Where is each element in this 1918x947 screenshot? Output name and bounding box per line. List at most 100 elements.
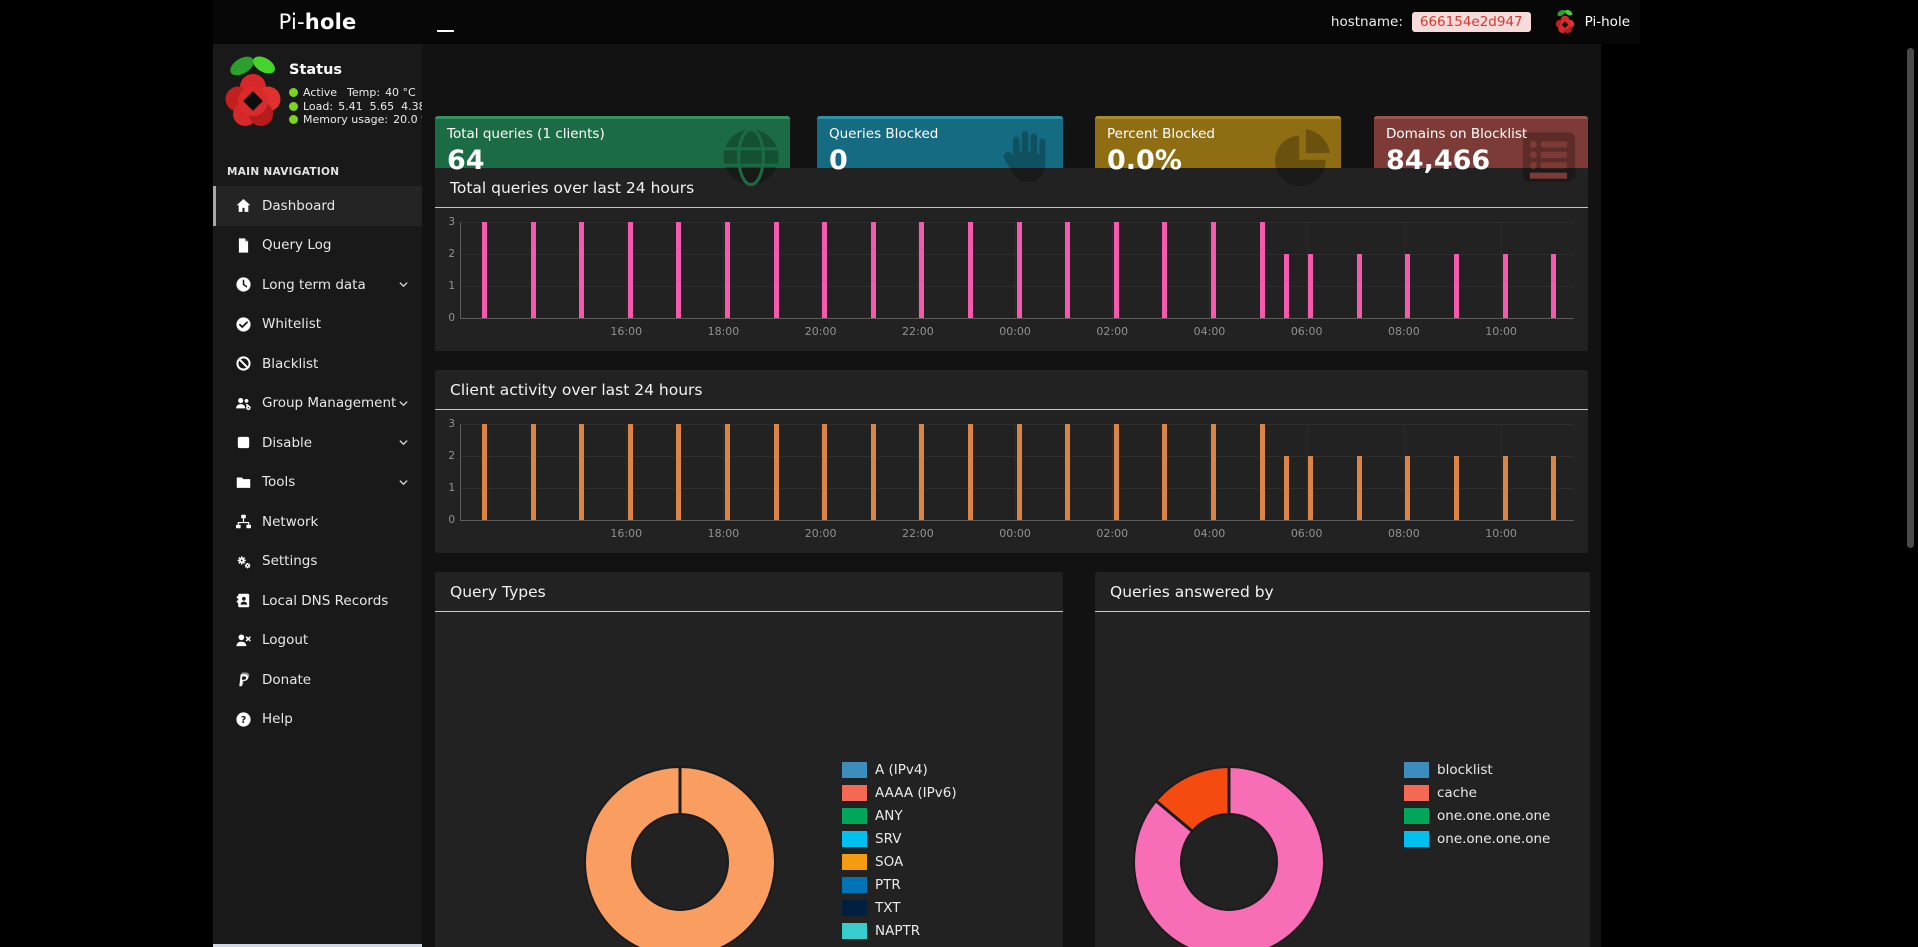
bar-0605 xyxy=(1308,456,1313,520)
y-axis-label: 2 xyxy=(437,450,455,462)
gears-icon xyxy=(235,553,252,570)
bar-1705 xyxy=(676,222,681,318)
ban-icon xyxy=(235,355,252,372)
legend-item-one-one-one-one[interactable]: one.one.one.one xyxy=(1404,831,1550,847)
legend-item-blocklist[interactable]: blocklist xyxy=(1404,762,1550,778)
legend-item-any[interactable]: ANY xyxy=(842,808,957,824)
queries-answered-donut xyxy=(1129,762,1329,947)
x-axis-label: 00:00 xyxy=(993,527,1037,540)
bar-2005 xyxy=(822,222,827,318)
card-value: 84,466 xyxy=(1374,142,1588,176)
chevron-down-icon xyxy=(397,436,410,449)
sidebar-item-whitelist[interactable]: Whitelist xyxy=(213,305,422,345)
check-circle-icon xyxy=(235,316,252,333)
sidebar-item-group-management[interactable]: Group Management xyxy=(213,384,422,424)
hamburger-menu-icon[interactable] xyxy=(435,12,457,32)
y-axis-label: 1 xyxy=(437,280,455,292)
bar-2105 xyxy=(871,424,876,520)
legend-item-a-ipv4[interactable]: A (IPv4) xyxy=(842,762,957,778)
bar-1605 xyxy=(628,424,633,520)
legend-swatch xyxy=(1404,785,1429,801)
legend-item-one-one-one-one[interactable]: one.one.one.one xyxy=(1404,808,1550,824)
bar-2305 xyxy=(968,424,973,520)
sidebar-item-blacklist[interactable]: Blacklist xyxy=(213,344,422,384)
sidebar-item-tools[interactable]: Tools xyxy=(213,463,422,503)
query-types-donut xyxy=(580,762,780,947)
y-axis-label: 0 xyxy=(437,312,455,324)
sidebar-item-label: Local DNS Records xyxy=(262,593,388,609)
bar-1505 xyxy=(579,222,584,318)
sidebar-item-network[interactable]: Network xyxy=(213,502,422,542)
sidebar-item-settings[interactable]: Settings xyxy=(213,542,422,582)
users-gear-icon xyxy=(235,395,252,412)
sidebar-item-label: Disable xyxy=(262,435,312,451)
bar-0405 xyxy=(1211,222,1216,318)
sidebar-item-donate[interactable]: Donate xyxy=(213,660,422,700)
legend-item-naptr[interactable]: NAPTR xyxy=(842,923,957,939)
legend-swatch xyxy=(842,854,867,870)
brand-logo[interactable]: Pi-hole xyxy=(213,0,422,44)
bar-0405 xyxy=(1211,424,1216,520)
status-active-label: Active xyxy=(303,86,337,100)
bar-2205 xyxy=(919,424,924,520)
sidebar-item-logout[interactable]: Logout xyxy=(213,621,422,661)
x-axis-label: 08:00 xyxy=(1382,527,1426,540)
x-axis-label: 06:00 xyxy=(1285,325,1329,338)
sitemap-icon xyxy=(235,513,252,530)
legend-label: A (IPv4) xyxy=(875,762,928,778)
sidebar-item-local-dns-records[interactable]: Local DNS Records xyxy=(213,581,422,621)
legend-item-srv[interactable]: SRV xyxy=(842,831,957,847)
legend-label: ANY xyxy=(875,808,903,824)
bar-1905 xyxy=(774,424,779,520)
panel-title: Client activity over last 24 hours xyxy=(450,381,702,399)
legend-swatch xyxy=(842,808,867,824)
x-axis-label: 10:00 xyxy=(1479,325,1523,338)
sidebar-item-label: Help xyxy=(262,711,293,727)
temp-label: Temp: xyxy=(347,86,380,100)
sidebar-item-disable[interactable]: Disable xyxy=(213,423,422,463)
bar-1705 xyxy=(676,424,681,520)
bar-1005 xyxy=(1503,254,1508,318)
hostname-label: hostname: xyxy=(1331,14,1403,30)
bar-2305 xyxy=(968,222,973,318)
bar-1105 xyxy=(1551,456,1556,520)
x-axis-label: 16:00 xyxy=(604,527,648,540)
sidebar-item-label: Group Management xyxy=(262,395,396,411)
legend-item-soa[interactable]: SOA xyxy=(842,854,957,870)
legend-item-cache[interactable]: cache xyxy=(1404,785,1550,801)
folder-icon xyxy=(235,474,252,491)
legend-item-aaaa-ipv6[interactable]: AAAA (IPv6) xyxy=(842,785,957,801)
bar-1105 xyxy=(1551,254,1556,318)
legend-item-ptr[interactable]: PTR xyxy=(842,877,957,893)
top-navbar: Pi-hole hostname: 666154e2d947 Pi-hole xyxy=(213,0,1640,44)
sidebar-item-help[interactable]: Help xyxy=(213,700,422,740)
paypal-icon xyxy=(235,671,252,688)
bar-1305 xyxy=(482,222,487,318)
legend-label: TXT xyxy=(875,900,901,916)
bar-0905 xyxy=(1454,456,1459,520)
sidebar: Status Active Temp:40 °C Load:5.41 5.65 … xyxy=(213,44,422,944)
x-axis-label: 16:00 xyxy=(604,325,648,338)
bar-0705 xyxy=(1357,456,1362,520)
legend-label: PTR xyxy=(875,877,901,893)
chevron-down-icon xyxy=(397,397,410,410)
legend-swatch xyxy=(1404,831,1429,847)
bar-0105 xyxy=(1065,222,1070,318)
legend-swatch xyxy=(842,923,867,939)
card-label: Domains on Blocklist xyxy=(1374,119,1588,142)
bar-1805 xyxy=(725,222,730,318)
home-icon xyxy=(235,197,252,214)
card-value: 0.0% xyxy=(1095,142,1341,176)
sidebar-item-label: Long term data xyxy=(262,277,366,293)
bar-1905 xyxy=(774,222,779,318)
scrollbar-thumb[interactable] xyxy=(1907,48,1914,548)
status-memory-dot xyxy=(289,115,298,124)
y-axis-label: 0 xyxy=(437,514,455,526)
bar-0305 xyxy=(1162,424,1167,520)
sidebar-item-dashboard[interactable]: Dashboard xyxy=(213,186,422,226)
legend-item-txt[interactable]: TXT xyxy=(842,900,957,916)
sidebar-item-long-term-data[interactable]: Long term data xyxy=(213,265,422,305)
x-axis-label: 04:00 xyxy=(1187,527,1231,540)
sidebar-item-query-log[interactable]: Query Log xyxy=(213,226,422,266)
question-circle-icon xyxy=(235,711,252,728)
